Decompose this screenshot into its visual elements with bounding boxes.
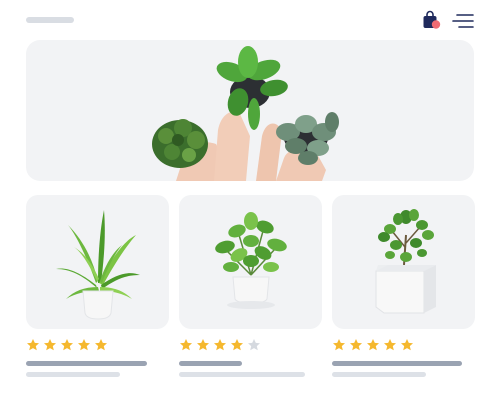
star-empty-icon (248, 339, 260, 351)
product-price-placeholder (26, 372, 120, 377)
product-image-dracaena[interactable] (26, 195, 169, 329)
star-filled-icon (95, 339, 107, 351)
star-filled-icon (384, 339, 396, 351)
pilea-plant-image (215, 212, 287, 309)
product-card[interactable] (332, 195, 475, 379)
product-image-pilea[interactable] (179, 195, 322, 329)
product-name-placeholder (26, 361, 147, 366)
cart-badge (431, 20, 441, 29)
star-filled-icon (214, 339, 226, 351)
dracaena-plant-image (56, 210, 140, 320)
product-rating (179, 338, 261, 352)
jade-plant-image (375, 209, 436, 314)
hero-plants-image (152, 46, 339, 181)
product-price-placeholder (179, 372, 305, 377)
hamburger-menu-icon (452, 14, 474, 28)
star-filled-icon (333, 339, 345, 351)
star-filled-icon (44, 339, 56, 351)
star-filled-icon (180, 339, 192, 351)
star-filled-icon (231, 339, 243, 351)
product-rating (26, 338, 108, 352)
star-filled-icon (197, 339, 209, 351)
star-filled-icon (350, 339, 362, 351)
hero-banner[interactable] (26, 40, 474, 181)
star-filled-icon (27, 339, 39, 351)
star-filled-icon (61, 339, 73, 351)
logo-placeholder[interactable] (26, 17, 74, 23)
product-image-jade[interactable] (332, 195, 475, 329)
star-filled-icon (78, 339, 90, 351)
menu-button[interactable] (451, 12, 475, 30)
product-name-placeholder (179, 361, 242, 366)
cart-button[interactable] (421, 10, 441, 30)
product-rating (332, 338, 414, 352)
plant-shop-page (0, 0, 500, 415)
product-card[interactable] (179, 195, 322, 379)
product-card[interactable] (26, 195, 169, 379)
product-name-placeholder (332, 361, 462, 366)
star-filled-icon (401, 339, 413, 351)
shopping-bag-icon (423, 10, 441, 29)
product-price-placeholder (332, 372, 426, 377)
star-filled-icon (367, 339, 379, 351)
